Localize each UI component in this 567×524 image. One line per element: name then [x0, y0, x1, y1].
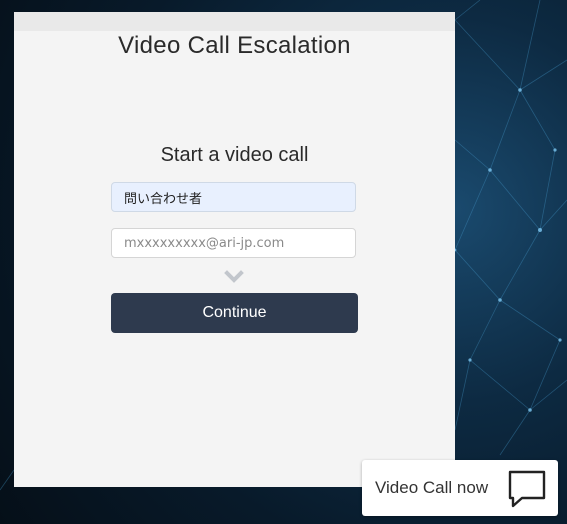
form-subtitle: Start a video call — [160, 144, 309, 166]
chevron-down-icon — [224, 270, 244, 283]
video-call-now-widget[interactable]: Video Call now — [362, 460, 558, 516]
continue-button[interactable]: Continue — [111, 293, 358, 333]
panel-top-bar — [14, 12, 455, 31]
email-input[interactable] — [111, 228, 356, 258]
video-call-now-label: Video Call now — [375, 478, 489, 497]
name-input[interactable] — [111, 182, 356, 212]
page-title: Video Call Escalation — [118, 32, 351, 59]
chat-bubble-icon — [508, 470, 546, 508]
escalation-panel: Video Call Escalation Start a video call… — [14, 12, 455, 487]
